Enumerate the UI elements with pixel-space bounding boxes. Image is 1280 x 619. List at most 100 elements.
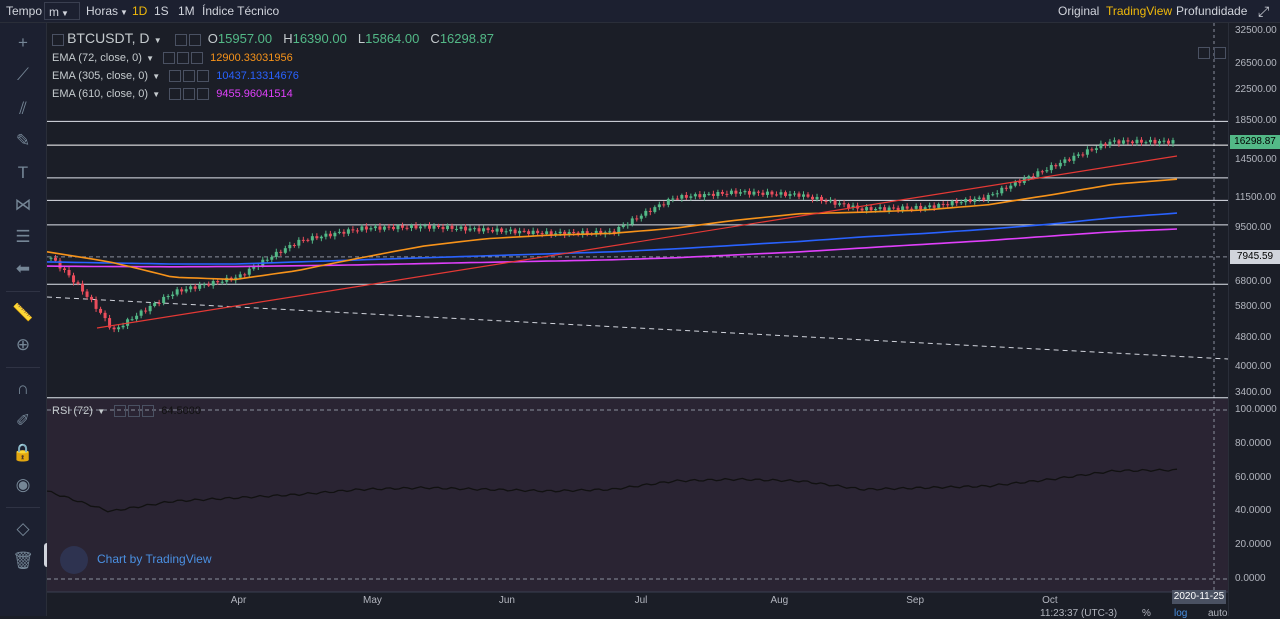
candle-body xyxy=(788,194,792,196)
eye-icon[interactable] xyxy=(183,70,196,83)
lock-drawing-icon[interactable]: ✐ xyxy=(11,409,35,433)
candle-body xyxy=(157,302,161,304)
candle-body xyxy=(441,227,445,230)
month-tick-label: Oct xyxy=(1042,595,1058,606)
candle-body xyxy=(162,296,166,304)
fullscreen-icon[interactable]: ⤢ xyxy=(1254,2,1273,20)
candle-body xyxy=(707,193,711,195)
price-axis[interactable]: 16298.87 7945.59 32500.00 26500.00 22500.0… xyxy=(1228,23,1280,616)
eye-icon[interactable] xyxy=(188,34,201,47)
ema610-label[interactable]: EMA (610, close, 0) xyxy=(52,88,148,100)
pattern-icon[interactable]: ⋈ xyxy=(11,193,35,217)
candle-body xyxy=(572,232,576,234)
candle-body xyxy=(1162,140,1166,142)
view-depth-button[interactable]: Profundidade xyxy=(1172,2,1251,20)
settings-icon[interactable] xyxy=(163,52,176,65)
percent-toggle[interactable]: % xyxy=(1142,608,1151,619)
close-icon[interactable] xyxy=(191,52,204,65)
candle-body xyxy=(518,230,522,234)
interval-1s-button[interactable]: 1S xyxy=(150,2,173,20)
symbol-title[interactable]: BTCUSDT, D xyxy=(67,30,149,46)
candle-body xyxy=(639,215,643,219)
prediction-icon[interactable]: ☰ xyxy=(11,225,35,249)
pitchfork-icon[interactable]: ⫽ xyxy=(11,97,35,121)
view-original-button[interactable]: Original xyxy=(1054,2,1103,20)
settings-icon[interactable] xyxy=(174,34,187,47)
lock-icon[interactable]: 🔒 xyxy=(11,441,35,465)
rsi-label[interactable]: RSI (72) xyxy=(52,405,93,417)
candle-body xyxy=(1072,155,1076,161)
candle-body xyxy=(238,274,242,278)
log-toggle[interactable]: log xyxy=(1174,608,1187,619)
ruler-icon[interactable]: 📏 xyxy=(11,301,35,325)
candle-body xyxy=(824,200,828,202)
layers-icon[interactable]: ◇ xyxy=(11,517,35,541)
pane-settings-icon[interactable] xyxy=(1198,47,1210,59)
collapse-icon[interactable] xyxy=(52,34,64,47)
chevron-down-icon: ▼ xyxy=(94,407,106,416)
candle-body xyxy=(450,225,454,229)
candle-body xyxy=(1121,140,1125,144)
candle-body xyxy=(207,284,211,286)
candle-body xyxy=(964,199,968,203)
interval-1d-button[interactable]: 1D xyxy=(128,2,151,20)
magnet-icon[interactable]: ∩ xyxy=(11,377,35,401)
text-icon[interactable]: T xyxy=(11,161,35,185)
pane-maximize-icon[interactable] xyxy=(1214,47,1226,59)
candle-body xyxy=(432,225,436,229)
close-icon[interactable] xyxy=(197,88,210,101)
eye-icon[interactable] xyxy=(128,405,141,418)
price-chart[interactable] xyxy=(47,23,1228,616)
brush-icon[interactable]: ✎ xyxy=(11,129,35,153)
candle-body xyxy=(747,191,751,195)
sidebar-divider xyxy=(6,507,40,508)
close-icon[interactable] xyxy=(142,405,155,418)
horas-dropdown[interactable]: Horas ▼ xyxy=(82,2,132,20)
cursor-date-badge: 2020-11-25 xyxy=(1172,590,1226,604)
candle-body xyxy=(391,226,395,230)
candle-body xyxy=(54,257,58,261)
close-value: 16298.87 xyxy=(439,31,495,46)
candle-body xyxy=(838,203,842,205)
candle-body xyxy=(459,226,463,229)
rsi-tick-label: 0.0000 xyxy=(1235,573,1266,584)
settings-icon[interactable] xyxy=(114,405,127,418)
candle-body xyxy=(720,192,724,194)
arrow-left-icon[interactable]: ⬅ xyxy=(11,257,35,281)
candle-body xyxy=(509,229,513,232)
candle-body xyxy=(351,229,355,231)
candle-body xyxy=(49,257,53,259)
zoom-in-icon[interactable]: ⊕ xyxy=(11,333,35,357)
candle-body xyxy=(319,236,323,239)
candle-body xyxy=(675,198,679,200)
candle-body xyxy=(130,319,134,321)
candle-body xyxy=(657,204,661,208)
candle-body xyxy=(689,196,693,198)
settings-icon[interactable] xyxy=(169,70,182,83)
rsi-tick-label: 60.0000 xyxy=(1235,471,1272,483)
trendline-icon[interactable]: ⟋ xyxy=(11,63,35,87)
candle-body xyxy=(910,208,914,210)
indicators-button[interactable]: Índice Técnico xyxy=(198,2,283,20)
crosshair-icon[interactable]: + xyxy=(11,31,35,55)
ema72-label[interactable]: EMA (72, close, 0) xyxy=(52,52,142,64)
auto-toggle[interactable]: auto xyxy=(1208,608,1227,619)
eye-icon[interactable] xyxy=(177,52,190,65)
rsi-tick-label: 20.0000 xyxy=(1235,539,1272,551)
trash-icon[interactable]: 🗑 xyxy=(11,549,35,573)
close-icon[interactable] xyxy=(197,70,210,83)
price-tick-label: 4800.00 xyxy=(1235,331,1272,343)
candle-body xyxy=(914,205,918,209)
eye-icon[interactable] xyxy=(183,88,196,101)
settings-icon[interactable] xyxy=(169,88,182,101)
month-tick-label: Sep xyxy=(906,595,925,606)
candle-body xyxy=(189,286,193,290)
view-tradingview-button[interactable]: TradingView xyxy=(1102,2,1176,20)
interval-select[interactable]: m ▼ xyxy=(44,2,80,20)
interval-1m-button[interactable]: 1M xyxy=(174,2,199,20)
high-value: 16390.00 xyxy=(292,31,347,46)
eye-icon[interactable]: ◉ xyxy=(11,473,35,497)
ema305-label[interactable]: EMA (305, close, 0) xyxy=(52,70,148,82)
candle-body xyxy=(166,296,170,298)
low-value: 15864.00 xyxy=(365,31,420,46)
